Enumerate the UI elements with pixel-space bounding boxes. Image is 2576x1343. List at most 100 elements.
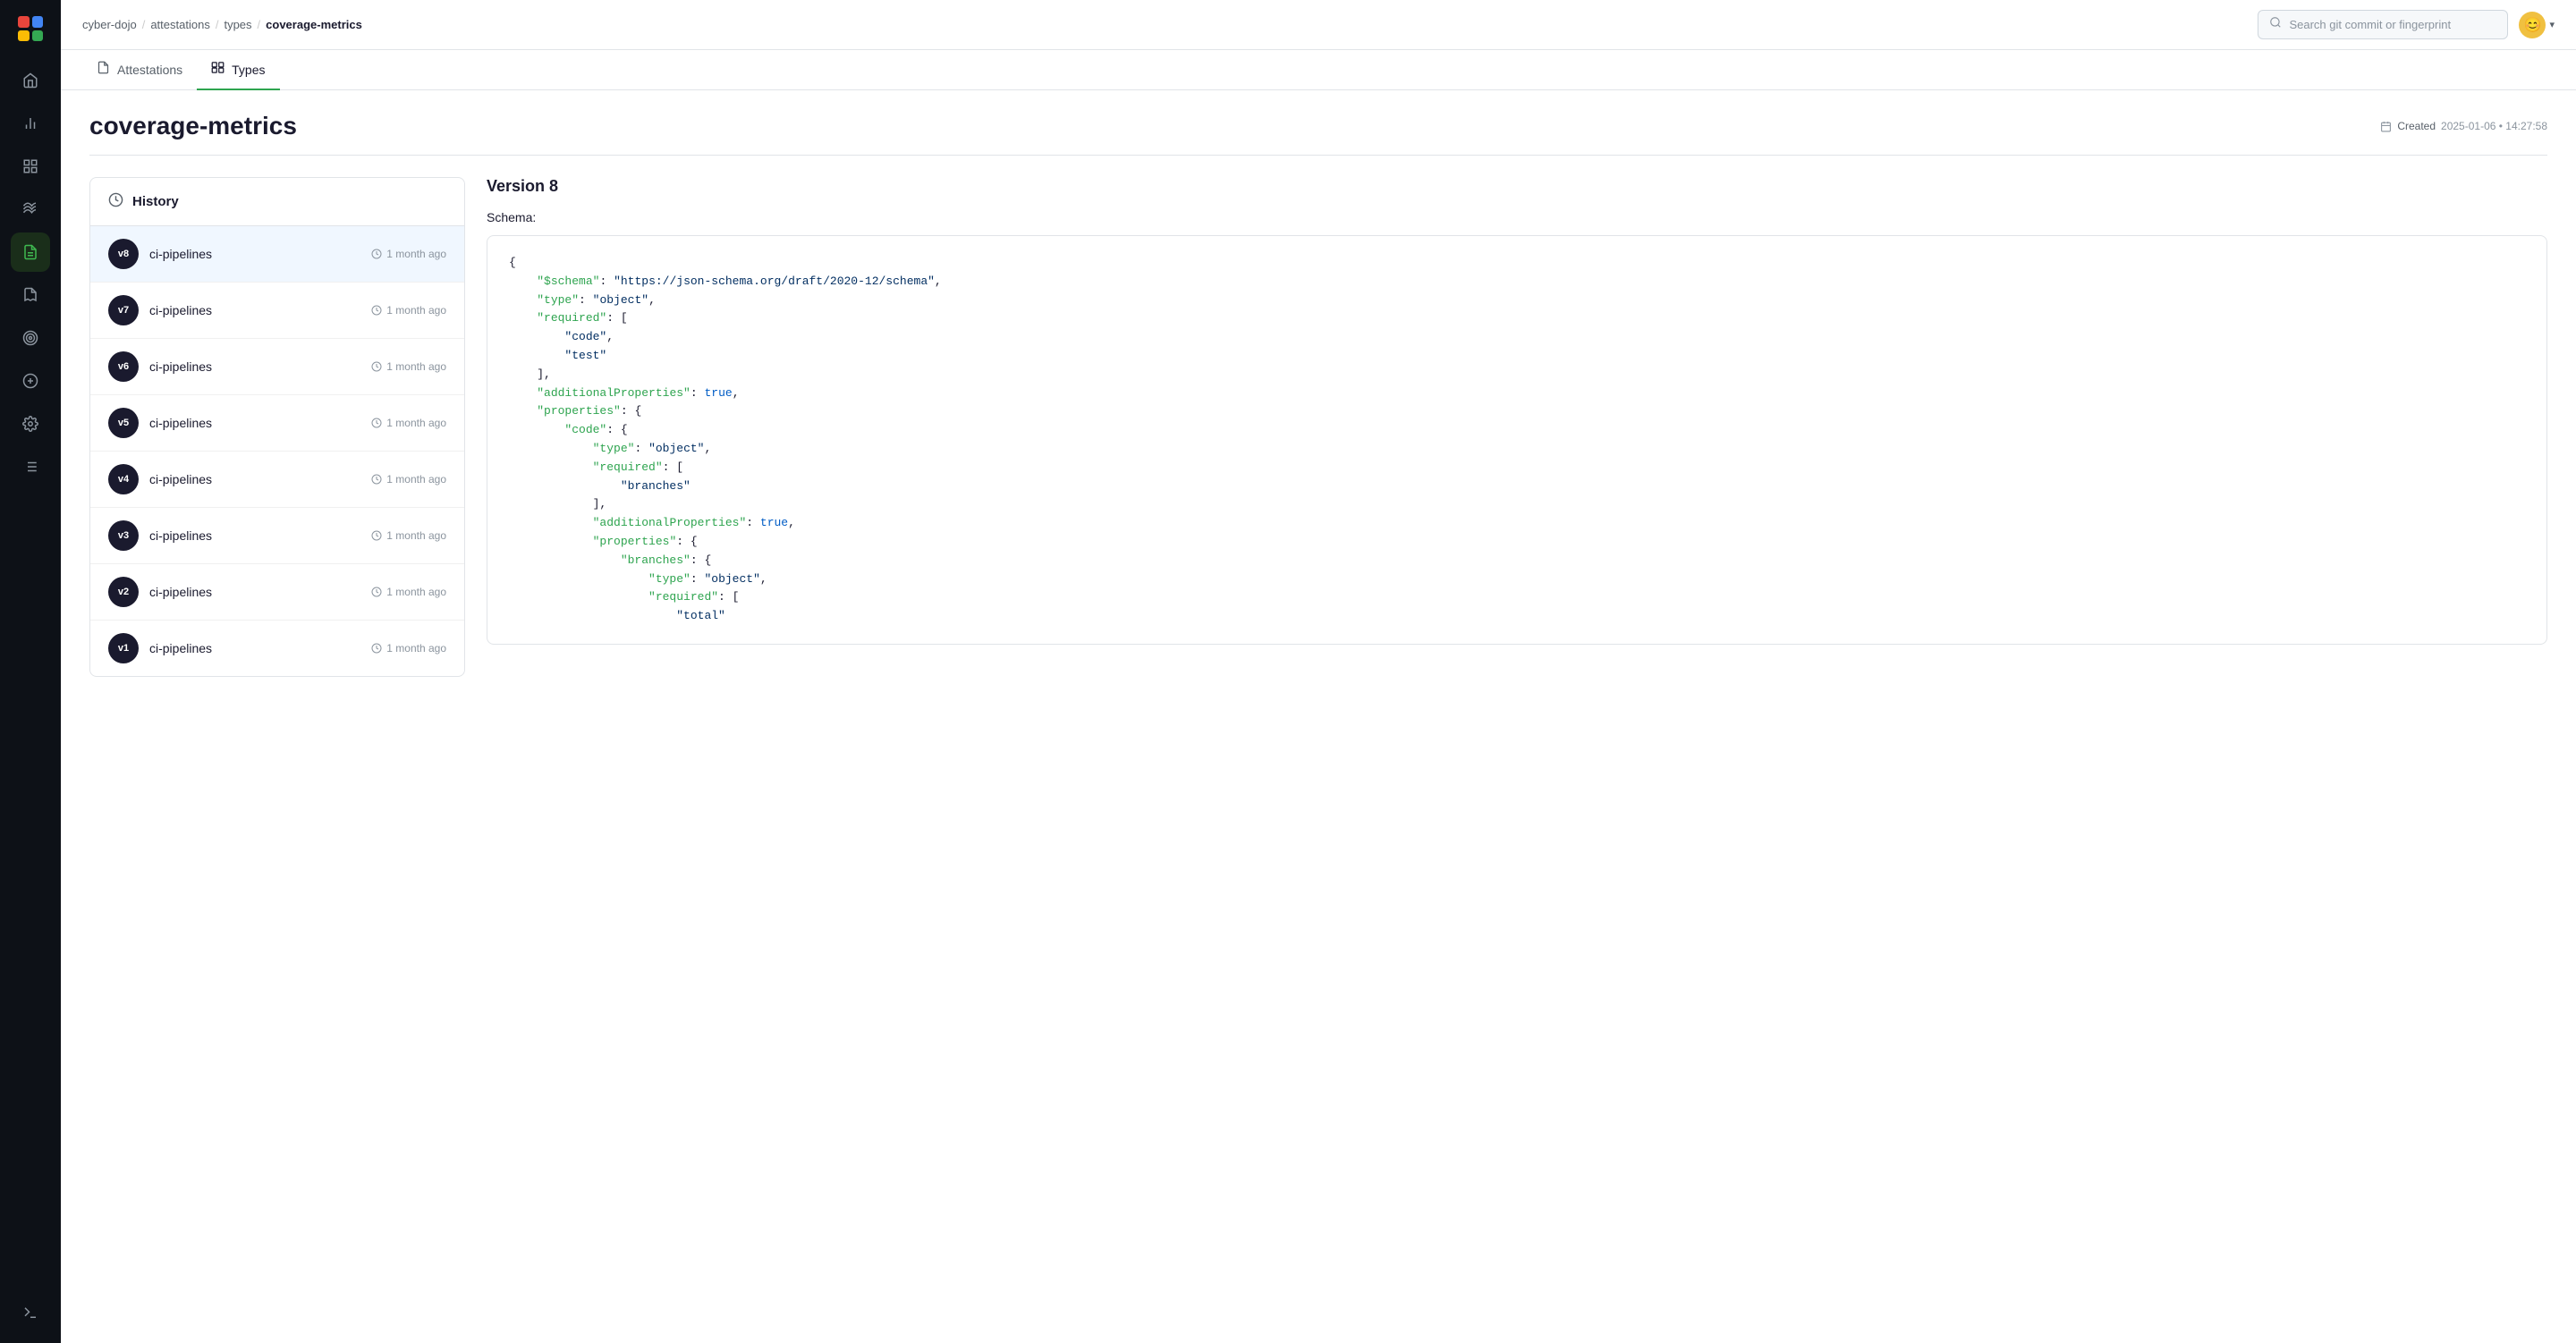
sidebar-item-terminal[interactable] xyxy=(11,1293,50,1332)
history-time-text: 1 month ago xyxy=(386,473,446,486)
attestations-tab-icon xyxy=(97,61,110,78)
history-item[interactable]: v3 ci-pipelines 1 month ago xyxy=(90,508,464,564)
history-item[interactable]: v1 ci-pipelines 1 month ago xyxy=(90,621,464,676)
page-title: coverage-metrics xyxy=(89,112,297,140)
clock-icon xyxy=(371,587,382,597)
history-item-name: ci-pipelines xyxy=(149,303,371,317)
version-title: Version 8 xyxy=(487,177,2547,196)
schema-code: { "$schema": "https://json-schema.org/dr… xyxy=(509,254,2525,626)
history-time-text: 1 month ago xyxy=(386,417,446,429)
sidebar-item-target[interactable] xyxy=(11,318,50,358)
schema-label: Schema: xyxy=(487,210,2547,224)
history-item-name: ci-pipelines xyxy=(149,641,371,655)
created-label: Created xyxy=(2397,120,2436,132)
history-item[interactable]: v4 ci-pipelines 1 month ago xyxy=(90,452,464,508)
history-time-text: 1 month ago xyxy=(386,529,446,542)
top-header: cyber-dojo / attestations / types / cove… xyxy=(61,0,2576,50)
history-item-time: 1 month ago xyxy=(371,473,446,486)
history-item-time: 1 month ago xyxy=(371,248,446,260)
sidebar-item-list[interactable] xyxy=(11,447,50,486)
history-item-time: 1 month ago xyxy=(371,304,446,317)
history-item-name: ci-pipelines xyxy=(149,528,371,543)
sidebar-item-document[interactable] xyxy=(11,232,50,272)
version-badge: v5 xyxy=(108,408,139,438)
tab-types-label: Types xyxy=(232,63,265,77)
version-badge: v2 xyxy=(108,577,139,607)
logo-blue xyxy=(32,16,44,28)
schema-panel: Version 8 Schema: { "$schema": "https://… xyxy=(487,177,2547,645)
history-time-text: 1 month ago xyxy=(386,642,446,655)
history-item[interactable]: v6 ci-pipelines 1 month ago xyxy=(90,339,464,395)
history-item[interactable]: v2 ci-pipelines 1 month ago xyxy=(90,564,464,621)
history-time-text: 1 month ago xyxy=(386,360,446,373)
sidebar xyxy=(0,0,61,1343)
avatar: 😊 xyxy=(2519,12,2546,38)
divider xyxy=(89,155,2547,156)
search-box[interactable]: Search git commit or fingerprint xyxy=(2258,10,2508,39)
breadcrumb-sep-2: / xyxy=(216,18,219,31)
breadcrumb-part-3[interactable]: types xyxy=(224,18,251,31)
avatar-container[interactable]: 😊 ▾ xyxy=(2519,12,2555,38)
tab-attestations-label: Attestations xyxy=(117,63,182,77)
calendar-icon xyxy=(2380,121,2392,132)
code-block[interactable]: { "$schema": "https://json-schema.org/dr… xyxy=(487,235,2547,645)
clock-icon xyxy=(371,249,382,259)
history-item-time: 1 month ago xyxy=(371,529,446,542)
clock-icon xyxy=(371,418,382,428)
history-item-name: ci-pipelines xyxy=(149,359,371,374)
history-header: History xyxy=(90,178,464,226)
history-time-text: 1 month ago xyxy=(386,248,446,260)
history-item-time: 1 month ago xyxy=(371,586,446,598)
clock-icon xyxy=(371,530,382,541)
history-item-name: ci-pipelines xyxy=(149,247,371,261)
history-item-name: ci-pipelines xyxy=(149,472,371,486)
history-item-name: ci-pipelines xyxy=(149,416,371,430)
tab-attestations[interactable]: Attestations xyxy=(82,50,197,90)
history-item-time: 1 month ago xyxy=(371,642,446,655)
content-area: coverage-metrics Created 2025-01-06 • 14… xyxy=(61,90,2576,1343)
page-title-row: coverage-metrics Created 2025-01-06 • 14… xyxy=(89,112,2547,140)
version-badge: v4 xyxy=(108,464,139,494)
version-badge: v1 xyxy=(108,633,139,663)
version-badge: v8 xyxy=(108,239,139,269)
history-title: History xyxy=(132,194,179,209)
logo-yellow xyxy=(18,30,30,42)
history-list: v8 ci-pipelines 1 month ago v7 ci-pipeli… xyxy=(90,226,464,676)
history-item-name: ci-pipelines xyxy=(149,585,371,599)
sidebar-item-add[interactable] xyxy=(11,361,50,401)
tab-types[interactable]: Types xyxy=(197,50,279,90)
sidebar-item-chart[interactable] xyxy=(11,104,50,143)
history-time-text: 1 month ago xyxy=(386,586,446,598)
search-icon xyxy=(2269,16,2282,33)
logo-red xyxy=(18,16,30,28)
breadcrumb-part-1[interactable]: cyber-dojo xyxy=(82,18,137,31)
created-info: Created 2025-01-06 • 14:27:58 xyxy=(2380,120,2547,132)
history-item[interactable]: v7 ci-pipelines 1 month ago xyxy=(90,283,464,339)
header-right: Search git commit or fingerprint 😊 ▾ xyxy=(2258,10,2555,39)
history-icon xyxy=(108,192,123,211)
breadcrumb-sep-3: / xyxy=(258,18,261,31)
logo[interactable] xyxy=(13,11,48,46)
clock-icon xyxy=(371,361,382,372)
sidebar-item-receipt[interactable] xyxy=(11,275,50,315)
two-col-layout: History v8 ci-pipelines 1 month ago v7 c… xyxy=(89,177,2547,677)
history-item[interactable]: v5 ci-pipelines 1 month ago xyxy=(90,395,464,452)
tab-bar: Attestations Types xyxy=(61,50,2576,90)
history-panel: History v8 ci-pipelines 1 month ago v7 c… xyxy=(89,177,465,677)
breadcrumb-current: coverage-metrics xyxy=(266,18,362,31)
created-date: 2025-01-06 • 14:27:58 xyxy=(2441,120,2547,132)
version-badge: v6 xyxy=(108,351,139,382)
sidebar-item-home[interactable] xyxy=(11,61,50,100)
version-badge: v7 xyxy=(108,295,139,325)
clock-icon xyxy=(371,474,382,485)
history-item-time: 1 month ago xyxy=(371,417,446,429)
sidebar-item-settings[interactable] xyxy=(11,404,50,443)
history-item[interactable]: v8 ci-pipelines 1 month ago xyxy=(90,226,464,283)
types-tab-icon xyxy=(211,61,225,78)
history-item-time: 1 month ago xyxy=(371,360,446,373)
chevron-down-icon: ▾ xyxy=(2549,19,2555,30)
breadcrumb-part-2[interactable]: attestations xyxy=(150,18,210,31)
sidebar-item-waves[interactable] xyxy=(11,190,50,229)
sidebar-item-grid[interactable] xyxy=(11,147,50,186)
logo-green xyxy=(32,30,44,42)
